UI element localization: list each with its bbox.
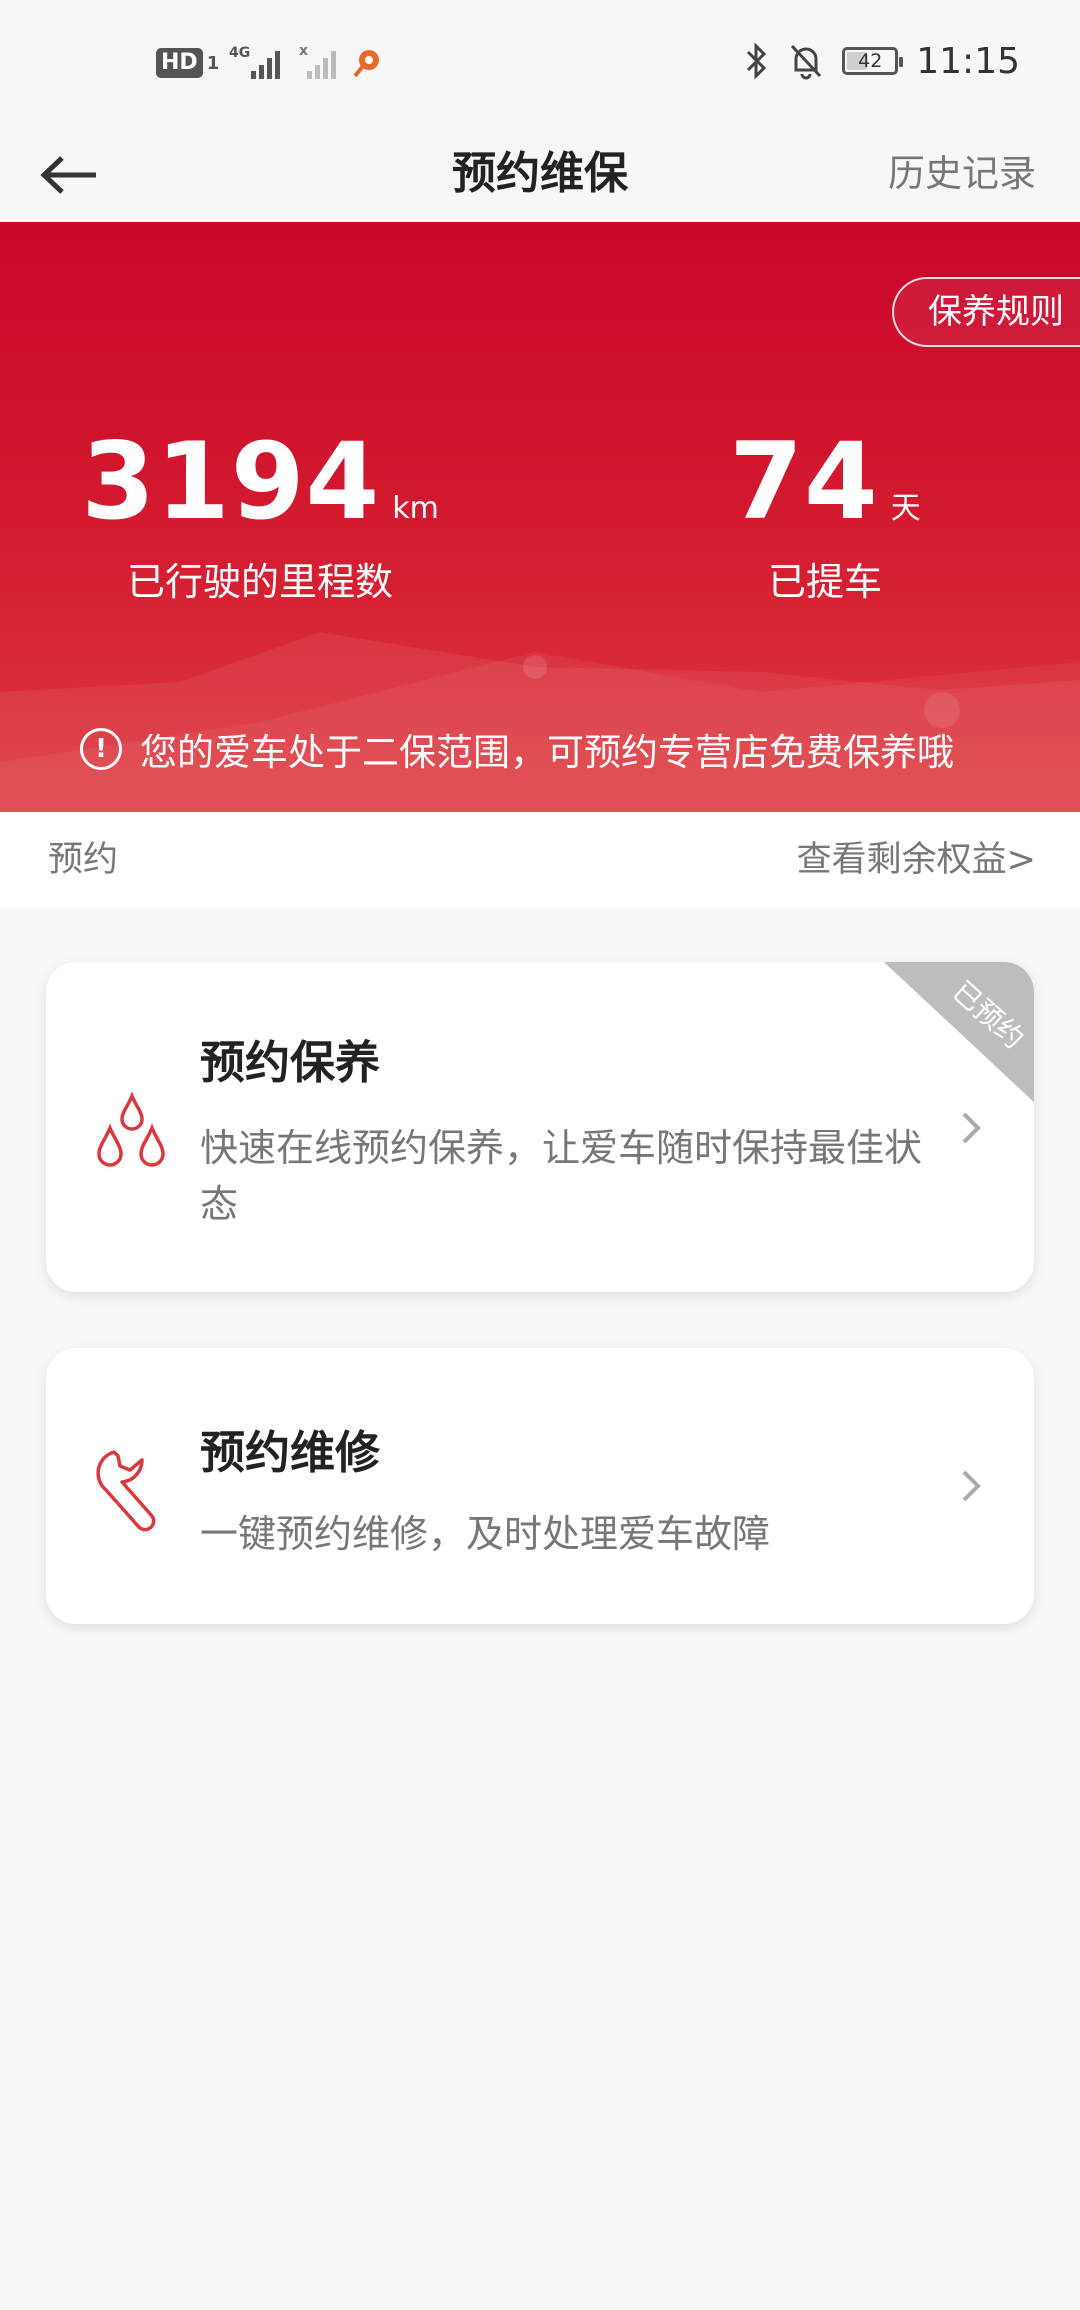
info-alert-icon: ! bbox=[80, 728, 122, 770]
repair-title: 预约维修 bbox=[200, 1426, 381, 1479]
mileage-unit: km bbox=[392, 491, 439, 526]
notice-text: 您的爱车处于二保范围，可预约专营店免费保养哦 bbox=[140, 731, 954, 774]
maintenance-rules-button[interactable]: 保养规则 bbox=[892, 277, 1080, 347]
mute-bell-icon bbox=[791, 44, 822, 80]
bluetooth-icon bbox=[747, 42, 767, 80]
days-label: 已提车 bbox=[767, 560, 882, 604]
signal-empty-icon: x bbox=[299, 43, 337, 79]
mileage-banner: 保养规则 3194 km 已行驶的里程数 74 天 已提车 ! 您的爱车处于二保… bbox=[0, 222, 1080, 812]
book-maintenance-card[interactable]: 预约保养 快速在线预约保养，让爱车随时保持最佳状态 已预约 bbox=[46, 962, 1034, 1292]
status-bar: HD 1 4G x 42 11:15 bbox=[0, 0, 1080, 125]
remaining-benefits-link[interactable]: 查看剩余权益> bbox=[797, 812, 1036, 908]
book-repair-card[interactable]: 预约维修 一键预约维修，及时处理爱车故障 bbox=[46, 1348, 1034, 1624]
drops-icon bbox=[97, 1092, 165, 1167]
booking-section-header: 预约 查看剩余权益> bbox=[0, 812, 1080, 908]
clock: 11:15 bbox=[916, 40, 1020, 82]
network-label: 4G bbox=[229, 45, 250, 61]
booked-badge: 已预约 bbox=[884, 962, 1034, 1102]
chevron-right-icon bbox=[962, 1470, 981, 1502]
battery-icon: 42 bbox=[842, 47, 904, 75]
days-value: 74 bbox=[729, 420, 879, 543]
maintenance-title: 预约保养 bbox=[200, 1036, 381, 1089]
status-right-icons: 42 11:15 bbox=[744, 36, 1020, 86]
repair-description: 一键预约维修，及时处理爱车故障 bbox=[200, 1512, 771, 1556]
mileage-label: 已行驶的里程数 bbox=[126, 560, 393, 604]
app-notification-icon bbox=[353, 50, 380, 78]
maintenance-description: 快速在线预约保养，让爱车随时保持最佳状态 bbox=[200, 1126, 923, 1226]
days-unit: 天 bbox=[890, 491, 921, 526]
signal-4g-icon: 4G bbox=[229, 45, 281, 79]
hd-sub-label: 1 bbox=[206, 52, 220, 74]
wrench-icon bbox=[96, 1450, 156, 1532]
svg-text:x: x bbox=[299, 43, 308, 59]
days-stat: 74 天 已提车 bbox=[700, 427, 950, 606]
battery-level: 42 bbox=[858, 50, 883, 72]
section-title: 预约 bbox=[48, 840, 119, 880]
app-header: 预约维保 历史记录 bbox=[0, 125, 1080, 222]
status-left-icons: HD 1 4G x bbox=[156, 38, 383, 88]
hd-icon: HD bbox=[156, 48, 203, 78]
mileage-stat: 3194 km 已行驶的里程数 bbox=[81, 427, 439, 606]
maintenance-notice: ! 您的爱车处于二保范围，可预约专营店免费保养哦 bbox=[80, 722, 954, 776]
chevron-right-icon bbox=[962, 1112, 981, 1144]
mileage-value: 3194 bbox=[81, 420, 381, 543]
history-button[interactable]: 历史记录 bbox=[888, 125, 1036, 222]
